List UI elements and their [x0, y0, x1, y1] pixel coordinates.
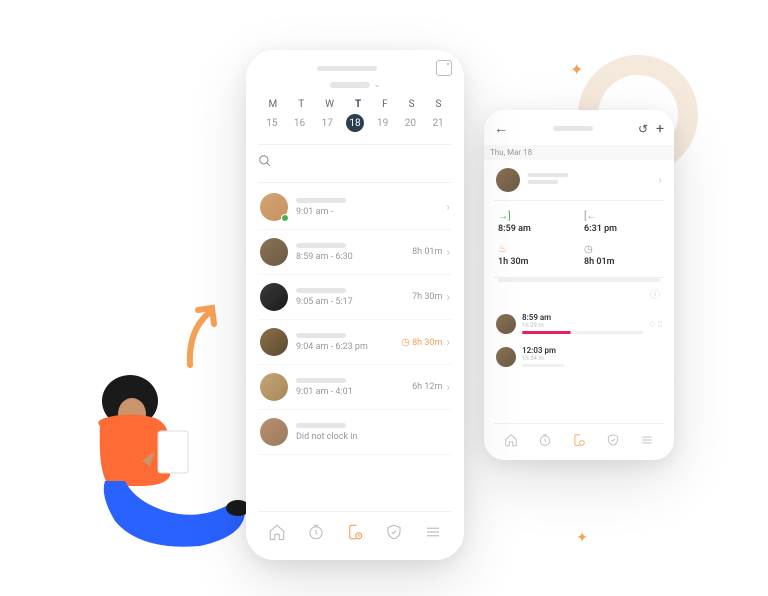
chevron-right-icon: › — [446, 380, 450, 394]
tab-timer[interactable] — [306, 522, 326, 542]
stat-clock-out: [← 6:31 pm — [584, 211, 660, 234]
list-item[interactable]: 9:01 am - › — [258, 185, 452, 230]
sparkle-icon: ✦ — [570, 60, 583, 79]
date-20[interactable]: 20 — [401, 114, 419, 132]
avatar — [260, 328, 288, 356]
employee-list: 9:01 am - › 8:59 am - 6:30 8h 01m› 9:05 … — [258, 185, 452, 511]
date-16[interactable]: 16 — [291, 114, 309, 132]
avatar — [260, 418, 288, 446]
stats-row-2: ♨ 1h 30m ◷ 8h 01m — [494, 244, 664, 278]
list-item[interactable]: 9:01 am - 4:01 6h 12m› — [258, 365, 452, 410]
clock-out-icon: [← — [584, 211, 660, 222]
avatar — [260, 193, 288, 221]
tab-timer[interactable] — [537, 432, 553, 448]
clock-in-icon: →] — [498, 211, 574, 222]
avatar — [260, 238, 288, 266]
clock-icon: ◷ — [584, 244, 660, 255]
progress-bar — [498, 278, 660, 282]
date-17[interactable]: 17 — [318, 114, 336, 132]
illustration-person — [70, 356, 250, 556]
stats-row: →] 8:59 am [← 6:31 pm — [494, 201, 664, 244]
sparkle-icon: ✦ — [576, 530, 588, 546]
avatar — [496, 168, 520, 192]
filter-dropdown[interactable]: ⌄ — [258, 80, 452, 89]
info-icon[interactable]: ⓘ — [494, 286, 664, 301]
tab-home[interactable] — [267, 522, 287, 542]
employee-detail-row[interactable]: › — [494, 160, 664, 201]
avatar — [496, 347, 516, 367]
tab-home[interactable] — [503, 432, 519, 448]
back-button[interactable]: ← — [494, 120, 508, 137]
status-dot-online — [281, 214, 289, 222]
break-icon: ♨ — [498, 244, 574, 255]
date-label: Thu, Mar 18 — [484, 145, 674, 160]
chevron-right-icon: › — [446, 200, 450, 214]
search-input[interactable] — [258, 153, 452, 172]
chevron-right-icon: › — [658, 173, 662, 187]
entry-icons: ◇ ▯ — [649, 319, 662, 328]
stat-break: ♨ 1h 30m — [498, 244, 574, 267]
tab-bar — [258, 511, 452, 546]
clock-icon: ◷ — [401, 337, 410, 348]
time-entry[interactable]: 12:03 pm 1h 34 m — [494, 340, 664, 373]
history-icon[interactable]: ↺ — [638, 122, 648, 136]
phone-main: ⌄ MTWTFSS 15 16 17 18 19 20 21 9:01 am -… — [246, 50, 464, 560]
avatar — [260, 283, 288, 311]
list-item[interactable]: 8:59 am - 6:30 8h 01m› — [258, 230, 452, 275]
date-19[interactable]: 19 — [374, 114, 392, 132]
stat-clock-in: →] 8:59 am — [498, 211, 574, 234]
search-icon — [258, 154, 272, 168]
list-item[interactable]: Did not clock in — [258, 410, 452, 455]
chevron-down-icon: ⌄ — [374, 80, 381, 89]
avatar — [260, 373, 288, 401]
tab-shield[interactable] — [384, 522, 404, 542]
list-item[interactable]: 9:05 am - 5:17 7h 30m› — [258, 275, 452, 320]
time-entry[interactable]: 8:59 am 1h 29 m ◇ ▯ — [494, 307, 664, 340]
add-button[interactable]: + — [656, 121, 664, 137]
header-bar — [258, 64, 452, 72]
chevron-right-icon: › — [446, 245, 450, 259]
tab-menu[interactable] — [423, 522, 443, 542]
phone-detail: ← ↺ + Thu, Mar 18 › →] 8:59 am [← 6:31 p… — [484, 110, 674, 460]
week-dates[interactable]: 15 16 17 18 19 20 21 — [258, 114, 452, 132]
week-header: MTWTFSS — [258, 99, 452, 110]
chevron-right-icon: › — [446, 290, 450, 304]
list-item[interactable]: 9:04 am - 6:23 pm ◷ 8h 30m› — [258, 320, 452, 365]
stat-total: ◷ 8h 01m — [584, 244, 660, 267]
tab-menu[interactable] — [639, 432, 655, 448]
date-15[interactable]: 15 — [263, 114, 281, 132]
avatar — [496, 314, 516, 334]
date-18-selected[interactable]: 18 — [346, 114, 364, 132]
tab-timesheet[interactable] — [345, 522, 365, 542]
detail-header: ← ↺ + — [494, 120, 664, 137]
tab-bar — [494, 423, 664, 450]
date-21[interactable]: 21 — [429, 114, 447, 132]
calendar-icon[interactable] — [436, 60, 452, 76]
tab-timesheet[interactable] — [571, 432, 587, 448]
title-placeholder — [317, 66, 377, 71]
chevron-right-icon: › — [446, 335, 450, 349]
tab-shield[interactable] — [605, 432, 621, 448]
